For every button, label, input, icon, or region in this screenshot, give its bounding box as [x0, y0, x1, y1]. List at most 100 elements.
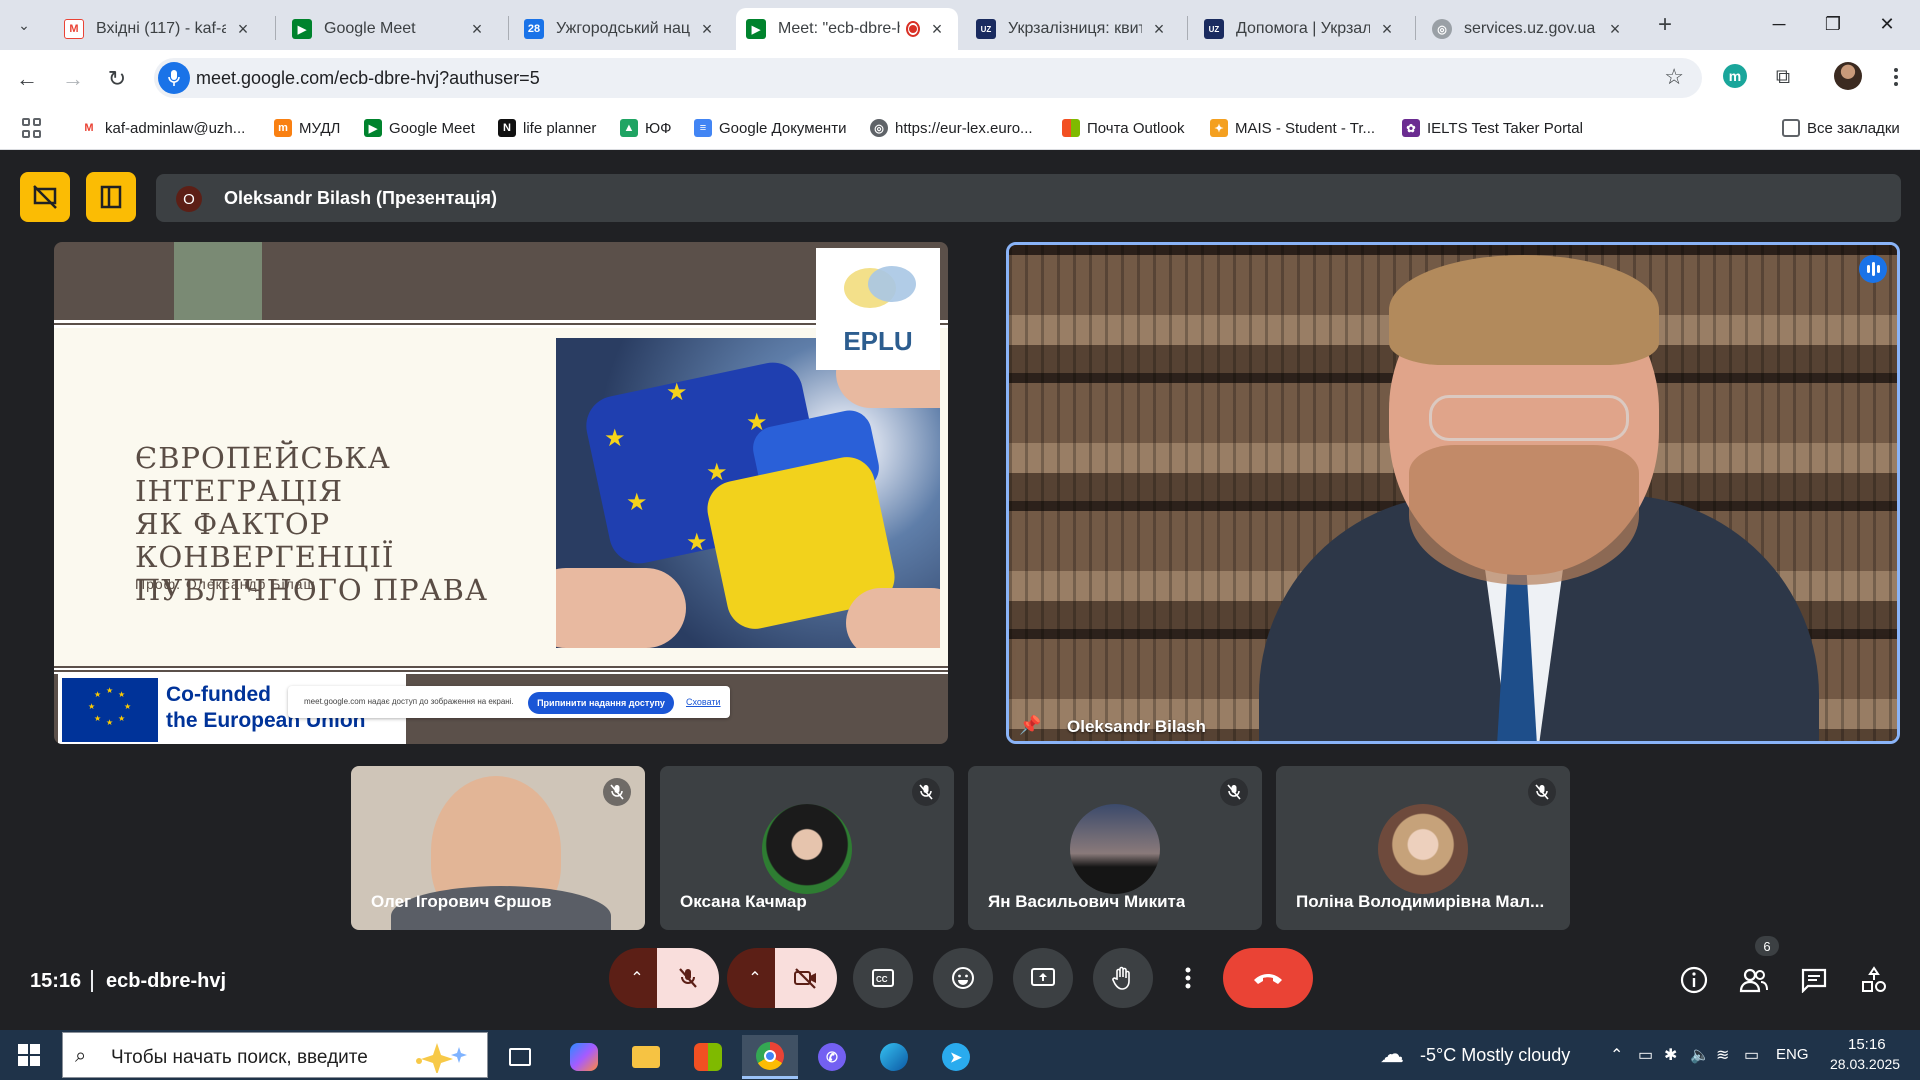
wifi-icon[interactable]: ≋ — [1716, 1045, 1729, 1065]
restore-button[interactable]: ❐ — [1810, 6, 1856, 42]
bookmark-yuf[interactable]: ▲ ЮФ — [620, 116, 672, 140]
chrome-taskbar-icon[interactable] — [742, 1035, 798, 1079]
clock-time[interactable]: 15:16 — [1848, 1036, 1886, 1053]
profile-avatar[interactable] — [1834, 62, 1862, 90]
hide-notice-link[interactable]: Сховати — [686, 697, 721, 707]
participant-name: Поліна Володимирівна Мал... — [1296, 892, 1545, 911]
viber-icon[interactable]: ✆ — [804, 1035, 860, 1079]
close-window-button[interactable]: ✕ — [1864, 6, 1910, 42]
chevron-up-icon[interactable]: ⌃ — [1610, 1045, 1623, 1065]
microphone-icon[interactable] — [158, 62, 190, 94]
moodle-icon: m — [274, 119, 292, 137]
tab-services-uz[interactable]: ◎ services.uz.gov.ua × — [1422, 8, 1636, 50]
bookmark-eur-lex[interactable]: ◎ https://eur-lex.euro... — [870, 116, 1033, 140]
bookmark-mais[interactable]: ✦ MAIS - Student - Tr... — [1210, 116, 1375, 140]
eplu-logo: EPLU — [816, 248, 940, 370]
weather-text[interactable]: -5°C Mostly cloudy — [1420, 1045, 1570, 1066]
mic-off-button[interactable] — [657, 948, 719, 1008]
bookmark-label: ЮФ — [645, 119, 672, 137]
tab-title: Google Meet — [324, 20, 416, 37]
muted-mic-icon — [603, 778, 631, 806]
address-bar[interactable]: meet.google.com/ecb-dbre-hvj?authuser=5 … — [154, 58, 1702, 98]
bookmark-outlook[interactable]: Почта Outlook — [1062, 116, 1185, 140]
presentation-tile[interactable]: ЄВРОПЕЙСЬКА ІНТЕГРАЦІЯ ЯК ФАКТОР КОНВЕРГ… — [54, 242, 948, 744]
battery-icon[interactable]: ▭ — [1744, 1045, 1759, 1065]
task-view-icon[interactable] — [492, 1035, 548, 1079]
file-explorer-icon[interactable] — [618, 1035, 674, 1079]
people-icon[interactable] — [1734, 960, 1774, 1000]
url-text[interactable]: meet.google.com/ecb-dbre-hvj?authuser=5 — [196, 68, 540, 89]
participant-tile[interactable]: Оксана Качмар — [660, 766, 954, 930]
bookmark-label: IELTS Test Taker Portal — [1427, 119, 1583, 137]
participant-tile[interactable]: Олег Ігорович Єршов — [351, 766, 645, 930]
tab-gmail[interactable]: M Вхідні (117) - kaf-adminlaw@uzhnu.edu.… — [54, 8, 264, 50]
close-icon[interactable]: × — [232, 18, 254, 40]
apps-grid-icon[interactable] — [22, 118, 42, 138]
microsoft-store-icon[interactable] — [680, 1035, 736, 1079]
edge-icon[interactable] — [866, 1035, 922, 1079]
stop-sharing-button[interactable]: Припинити надання доступу — [528, 692, 674, 714]
extension-m-icon[interactable]: m — [1723, 64, 1747, 88]
bookmark-ielts[interactable]: ✿ IELTS Test Taker Portal — [1402, 116, 1583, 140]
present-screen-button[interactable] — [1013, 948, 1073, 1008]
close-icon[interactable]: × — [466, 18, 488, 40]
minimize-button[interactable]: ─ — [1756, 6, 1802, 42]
stop-presentation-icon[interactable] — [20, 172, 70, 222]
activities-icon[interactable] — [1854, 960, 1894, 1000]
extensions-puzzle-icon[interactable]: ⧉ — [1770, 64, 1796, 90]
bookmark-gmail[interactable]: Mkaf-adminlaw@uzh... — [80, 116, 245, 140]
participant-tile[interactable]: Ян Васильович Микита — [968, 766, 1262, 930]
taskbar-search-box[interactable]: ⌕ Чтобы начать поиск, введите — [62, 1032, 488, 1078]
tab-separator — [275, 16, 276, 40]
meeting-details-icon[interactable] — [1674, 960, 1714, 1000]
participant-name: Оксана Качмар — [680, 892, 807, 911]
browser-menu-icon[interactable] — [1884, 62, 1908, 92]
tab-ukrzaliznytsia[interactable]: UZ Укрзалізниця: квитки × — [966, 8, 1180, 50]
tab-meet-active[interactable]: ▶ Meet: "ecb-dbre-hvj" × — [736, 8, 958, 50]
layout-icon[interactable] — [86, 172, 136, 222]
captions-button[interactable]: CC — [853, 948, 913, 1008]
pin-icon[interactable]: 📌 — [1019, 715, 1041, 736]
bookmark-moodle[interactable]: m МУДЛ — [274, 116, 340, 140]
more-options-button[interactable] — [1173, 948, 1203, 1008]
bookmark-life-planner[interactable]: Nlife planner — [498, 116, 596, 140]
tab-uzhnu[interactable]: 28 Ужгородський національний університет… — [514, 8, 728, 50]
back-button[interactable]: ← — [12, 64, 42, 94]
close-icon[interactable]: × — [926, 18, 948, 40]
bookmark-star-icon[interactable]: ☆ — [1664, 64, 1684, 90]
close-icon[interactable]: × — [1148, 18, 1170, 40]
meet-tray-icon[interactable]: ▭ — [1638, 1045, 1653, 1065]
tab-uz-help[interactable]: UZ Допомога | Укрзалізниця × — [1194, 8, 1408, 50]
windows-taskbar: ⌕ Чтобы начать поиск, введите ✆ ➤ ☁ -5°C… — [0, 1030, 1920, 1080]
copilot-icon[interactable] — [556, 1035, 612, 1079]
svg-text:CC: CC — [876, 975, 888, 984]
emoji-reactions-button[interactable] — [933, 948, 993, 1008]
browser-toolbar: ← → ↻ meet.google.com/ecb-dbre-hvj?authu… — [0, 50, 1920, 106]
windows-start-icon[interactable] — [18, 1044, 40, 1066]
bluetooth-icon[interactable]: ✱ — [1664, 1045, 1677, 1065]
new-tab-button[interactable]: + — [1652, 11, 1678, 38]
all-bookmarks-button[interactable]: Все закладки — [1782, 116, 1900, 140]
raise-hand-button[interactable] — [1093, 948, 1153, 1008]
speaker-video-tile[interactable]: 📌 Oleksandr Bilash — [1006, 242, 1900, 744]
participant-tile[interactable]: Поліна Володимирівна Мал... — [1276, 766, 1570, 930]
muted-mic-icon — [912, 778, 940, 806]
telegram-icon[interactable]: ➤ — [928, 1035, 984, 1079]
language-indicator[interactable]: ENG — [1776, 1046, 1809, 1063]
chat-icon[interactable] — [1794, 960, 1834, 1000]
volume-icon[interactable]: 🔈 — [1690, 1045, 1710, 1065]
tab-search-button[interactable]: ⌄ — [10, 12, 38, 38]
reload-button[interactable]: ↻ — [102, 64, 132, 94]
google-meet-icon: ▶ — [364, 119, 382, 137]
bookmark-google-meet[interactable]: ▶ Google Meet — [364, 116, 475, 140]
bookmark-label: Google Meet — [389, 119, 475, 137]
close-icon[interactable]: × — [696, 18, 718, 40]
tab-google-meet[interactable]: ▶ Google Meet × — [282, 8, 498, 50]
leave-call-button[interactable] — [1223, 948, 1313, 1008]
camera-off-button[interactable] — [775, 948, 837, 1008]
close-icon[interactable]: × — [1604, 18, 1626, 40]
clock-date[interactable]: 28.03.2025 — [1830, 1056, 1900, 1072]
bookmark-google-docs[interactable]: ≡ Google Документи — [694, 116, 846, 140]
forward-button[interactable]: → — [58, 64, 88, 94]
close-icon[interactable]: × — [1376, 18, 1398, 40]
